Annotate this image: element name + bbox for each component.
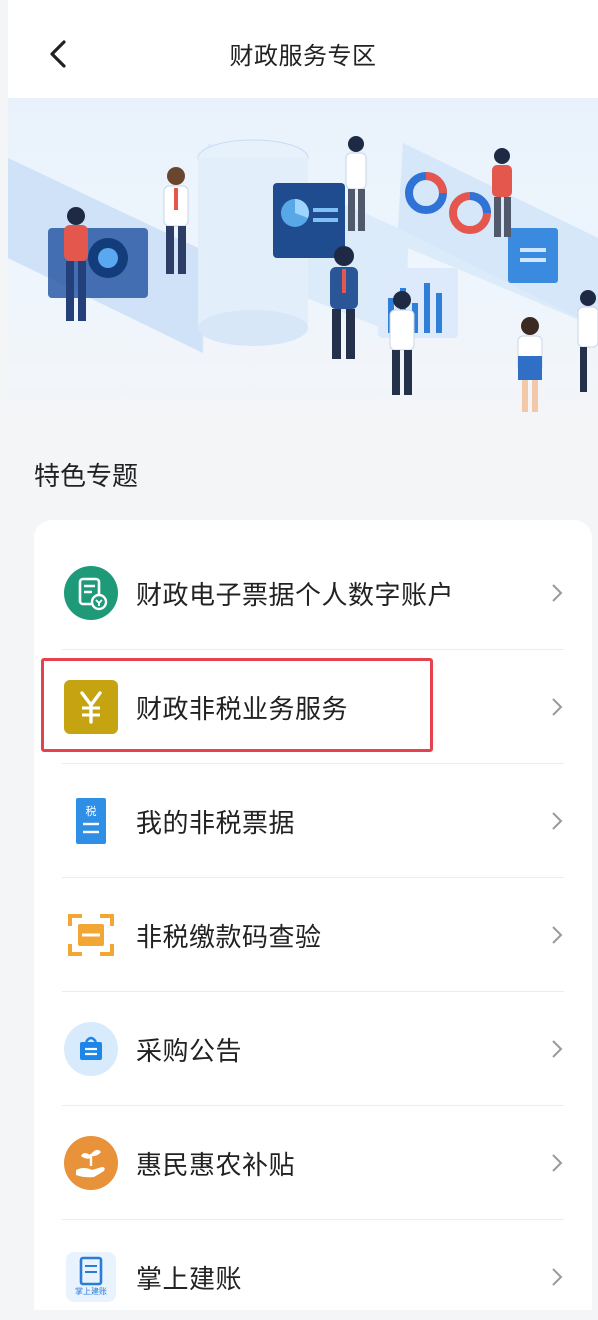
chevron-right-icon xyxy=(552,1040,563,1058)
handbook-icon-badge: 掌上建账 xyxy=(75,1287,107,1296)
page-title: 财政服务专区 xyxy=(229,42,377,70)
chevron-right-icon xyxy=(552,1268,563,1286)
list-item-subsidy[interactable]: 惠民惠农补贴 xyxy=(34,1106,592,1220)
svg-text:税: 税 xyxy=(86,804,97,818)
list-item-payment-code-check[interactable]: 非税缴款码查验 xyxy=(34,878,592,992)
chevron-right-icon xyxy=(552,584,563,602)
list-item-label: 掌上建账 xyxy=(136,1264,243,1295)
list-item-mobile-bookkeeping[interactable]: 掌上建账 掌上建账 xyxy=(34,1220,592,1310)
list-item-label: 非税缴款码查验 xyxy=(136,922,322,953)
list-item-procurement-notice[interactable]: 采购公告 xyxy=(34,992,592,1106)
chevron-right-icon xyxy=(552,926,563,944)
handbook-icon: 掌上建账 xyxy=(64,1250,118,1304)
chevron-right-icon xyxy=(552,698,563,716)
receipt-account-icon xyxy=(64,566,118,620)
list-item-label: 我的非税票据 xyxy=(136,808,296,839)
finance-illustration xyxy=(8,136,598,412)
chevron-right-icon xyxy=(552,1154,563,1172)
featured-list-card: 财政电子票据个人数字账户 财政非税业务服务 税 我的非税票据 非税缴款码查验 采… xyxy=(34,520,592,1310)
section-title: 特色专题 xyxy=(34,462,139,492)
banner-illustration xyxy=(8,98,598,428)
header-bar: 财政服务专区 xyxy=(8,0,598,98)
list-item-label: 采购公告 xyxy=(136,1036,243,1067)
scan-code-icon xyxy=(64,908,118,962)
shopping-bag-icon xyxy=(64,1022,118,1076)
hand-sprout-icon xyxy=(64,1136,118,1190)
list-item-my-non-tax-receipts[interactable]: 税 我的非税票据 xyxy=(34,764,592,878)
chevron-right-icon xyxy=(552,812,563,830)
list-item-label: 惠民惠农补贴 xyxy=(136,1150,296,1181)
list-item-label: 财政电子票据个人数字账户 xyxy=(136,580,455,611)
list-item-e-receipt-account[interactable]: 财政电子票据个人数字账户 xyxy=(34,536,592,650)
tax-document-icon: 税 xyxy=(64,794,118,848)
highlight-box xyxy=(41,658,433,752)
